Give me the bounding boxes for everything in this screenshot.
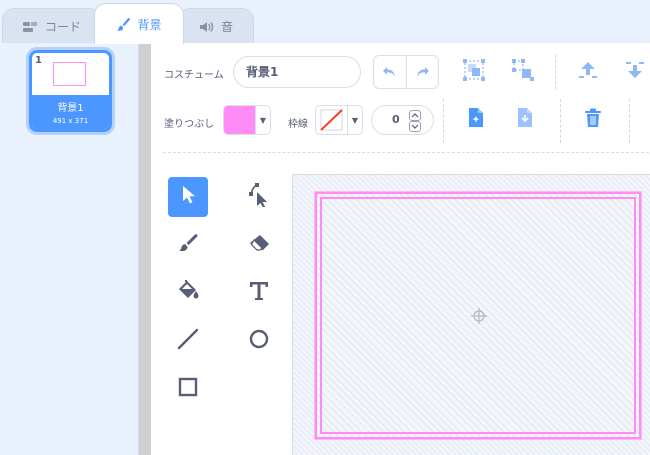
trash-icon (584, 108, 602, 132)
eraser-icon (248, 234, 270, 256)
ungroup-icon (512, 59, 534, 85)
redo-button[interactable] (405, 56, 438, 88)
text-icon (249, 281, 269, 305)
undo-redo-group (373, 55, 439, 89)
brush-tool[interactable] (168, 225, 208, 265)
fill-color-swatch (224, 106, 255, 134)
copy-icon (467, 107, 485, 133)
toolbar-divider (629, 99, 630, 143)
code-blocks-icon (22, 21, 39, 33)
circle-icon (248, 328, 270, 354)
editor-tabs: コード 背景 音 (0, 0, 650, 44)
text-tool[interactable] (239, 273, 279, 313)
fill-tool[interactable] (168, 273, 208, 313)
group-icon (463, 59, 485, 85)
paint-editor: コスチューム 背景1 塗りつぶし ▼ 枠線 ▼ 0 (151, 43, 650, 455)
costume-thumbnail (53, 62, 86, 86)
tab-backdrop[interactable]: 背景 (94, 3, 184, 44)
costume-name-label: コスチューム (164, 70, 224, 81)
eraser-tool[interactable] (239, 225, 279, 265)
undo-icon (382, 63, 398, 82)
backdrop-canvas[interactable] (315, 192, 641, 439)
delete-button[interactable] (581, 108, 605, 132)
tab-code[interactable]: コード (2, 8, 102, 44)
toolbar-divider (555, 55, 556, 89)
rectangle-icon (177, 376, 199, 402)
paint-bucket-icon (176, 280, 200, 306)
redo-icon (414, 63, 430, 82)
select-tool[interactable] (168, 177, 208, 217)
costume-name-input[interactable]: 背景1 (233, 56, 361, 88)
brush-icon (177, 233, 199, 257)
tab-sound[interactable]: 音 (178, 8, 254, 44)
tab-sound-label: 音 (220, 20, 233, 34)
costume-info: 背景1 491 x 371 (32, 95, 109, 129)
toolbar-divider (560, 99, 561, 143)
costume-number: 1 (35, 55, 42, 66)
forward-button[interactable] (576, 60, 600, 84)
outline-color-picker[interactable]: ▼ (315, 105, 363, 135)
toolbar-bottom-divider (163, 152, 649, 153)
outline-none-swatch (316, 106, 347, 134)
center-crosshair-icon (471, 308, 487, 328)
outline-width-stepper[interactable]: 0 (371, 105, 434, 135)
arrow-down-icon (624, 61, 646, 83)
outline-width-value: 0 (392, 113, 400, 126)
line-tool[interactable] (168, 321, 208, 361)
tab-backdrop-label: 背景 (137, 17, 162, 32)
arrow-select-icon (180, 185, 196, 209)
paste-button[interactable] (513, 108, 537, 132)
paintbrush-icon (116, 17, 131, 32)
costume-size: 491 x 371 (52, 117, 89, 125)
fill-color-picker[interactable]: ▼ (223, 105, 271, 135)
fill-label: 塗りつぶし (164, 119, 215, 130)
group-button[interactable] (462, 59, 486, 85)
outline-label: 枠線 (288, 119, 308, 130)
paste-icon (516, 107, 534, 133)
speaker-icon (199, 20, 215, 34)
rectangle-tool[interactable] (168, 369, 208, 409)
costume-item-selected[interactable]: 1 背景1 491 x 371 (29, 50, 112, 132)
tab-code-label: コード (44, 20, 81, 34)
toolbar-divider (443, 99, 444, 143)
chevron-down-icon: ▼ (347, 106, 362, 134)
reshape-icon (248, 183, 270, 211)
undo-button[interactable] (374, 56, 406, 88)
costume-name: 背景1 (57, 103, 84, 114)
backward-button[interactable] (623, 60, 647, 84)
reshape-tool[interactable] (239, 177, 279, 217)
stepper-down-button[interactable] (409, 121, 421, 132)
arrow-up-icon (577, 61, 599, 83)
circle-tool[interactable] (239, 321, 279, 361)
costume-list-scrollbar[interactable] (139, 43, 151, 455)
ungroup-button[interactable] (511, 59, 535, 85)
line-icon (177, 328, 199, 354)
chevron-down-icon: ▼ (255, 106, 270, 134)
copy-button[interactable] (464, 108, 488, 132)
paint-canvas-area[interactable] (292, 174, 650, 455)
stepper-up-button[interactable] (409, 110, 421, 121)
